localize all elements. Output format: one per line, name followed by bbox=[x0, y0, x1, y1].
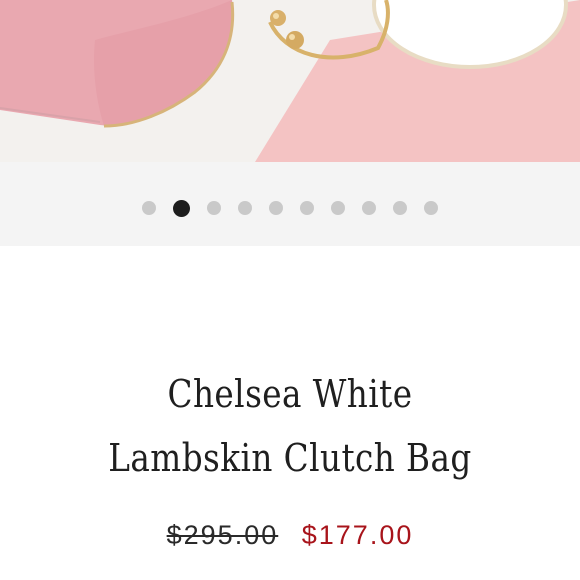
carousel-dots bbox=[0, 199, 580, 217]
product-title: Chelsea White Lambskin Clutch Bag bbox=[41, 362, 540, 490]
sale-price: $177.00 bbox=[301, 520, 414, 550]
carousel-dot[interactable] bbox=[207, 201, 221, 215]
carousel-dot-active[interactable] bbox=[173, 199, 190, 217]
carousel-dot[interactable] bbox=[300, 201, 314, 215]
carousel-dot[interactable] bbox=[331, 201, 345, 215]
product-title-line-1: Chelsea White bbox=[167, 372, 413, 416]
carousel-dot[interactable] bbox=[142, 201, 156, 215]
carousel-dot[interactable] bbox=[238, 201, 252, 215]
carousel-dot[interactable] bbox=[393, 201, 407, 215]
carousel-dot[interactable] bbox=[362, 201, 376, 215]
carousel-indicator-bar bbox=[0, 162, 580, 246]
product-photo[interactable] bbox=[0, 0, 580, 162]
original-price: $295.00 bbox=[166, 520, 279, 550]
product-title-line-2: Lambskin Clutch Bag bbox=[108, 436, 472, 480]
price-block: $295.00 $177.00 bbox=[0, 520, 580, 551]
carousel-dot[interactable] bbox=[269, 201, 283, 215]
carousel-dot[interactable] bbox=[424, 201, 438, 215]
product-image bbox=[0, 0, 580, 162]
